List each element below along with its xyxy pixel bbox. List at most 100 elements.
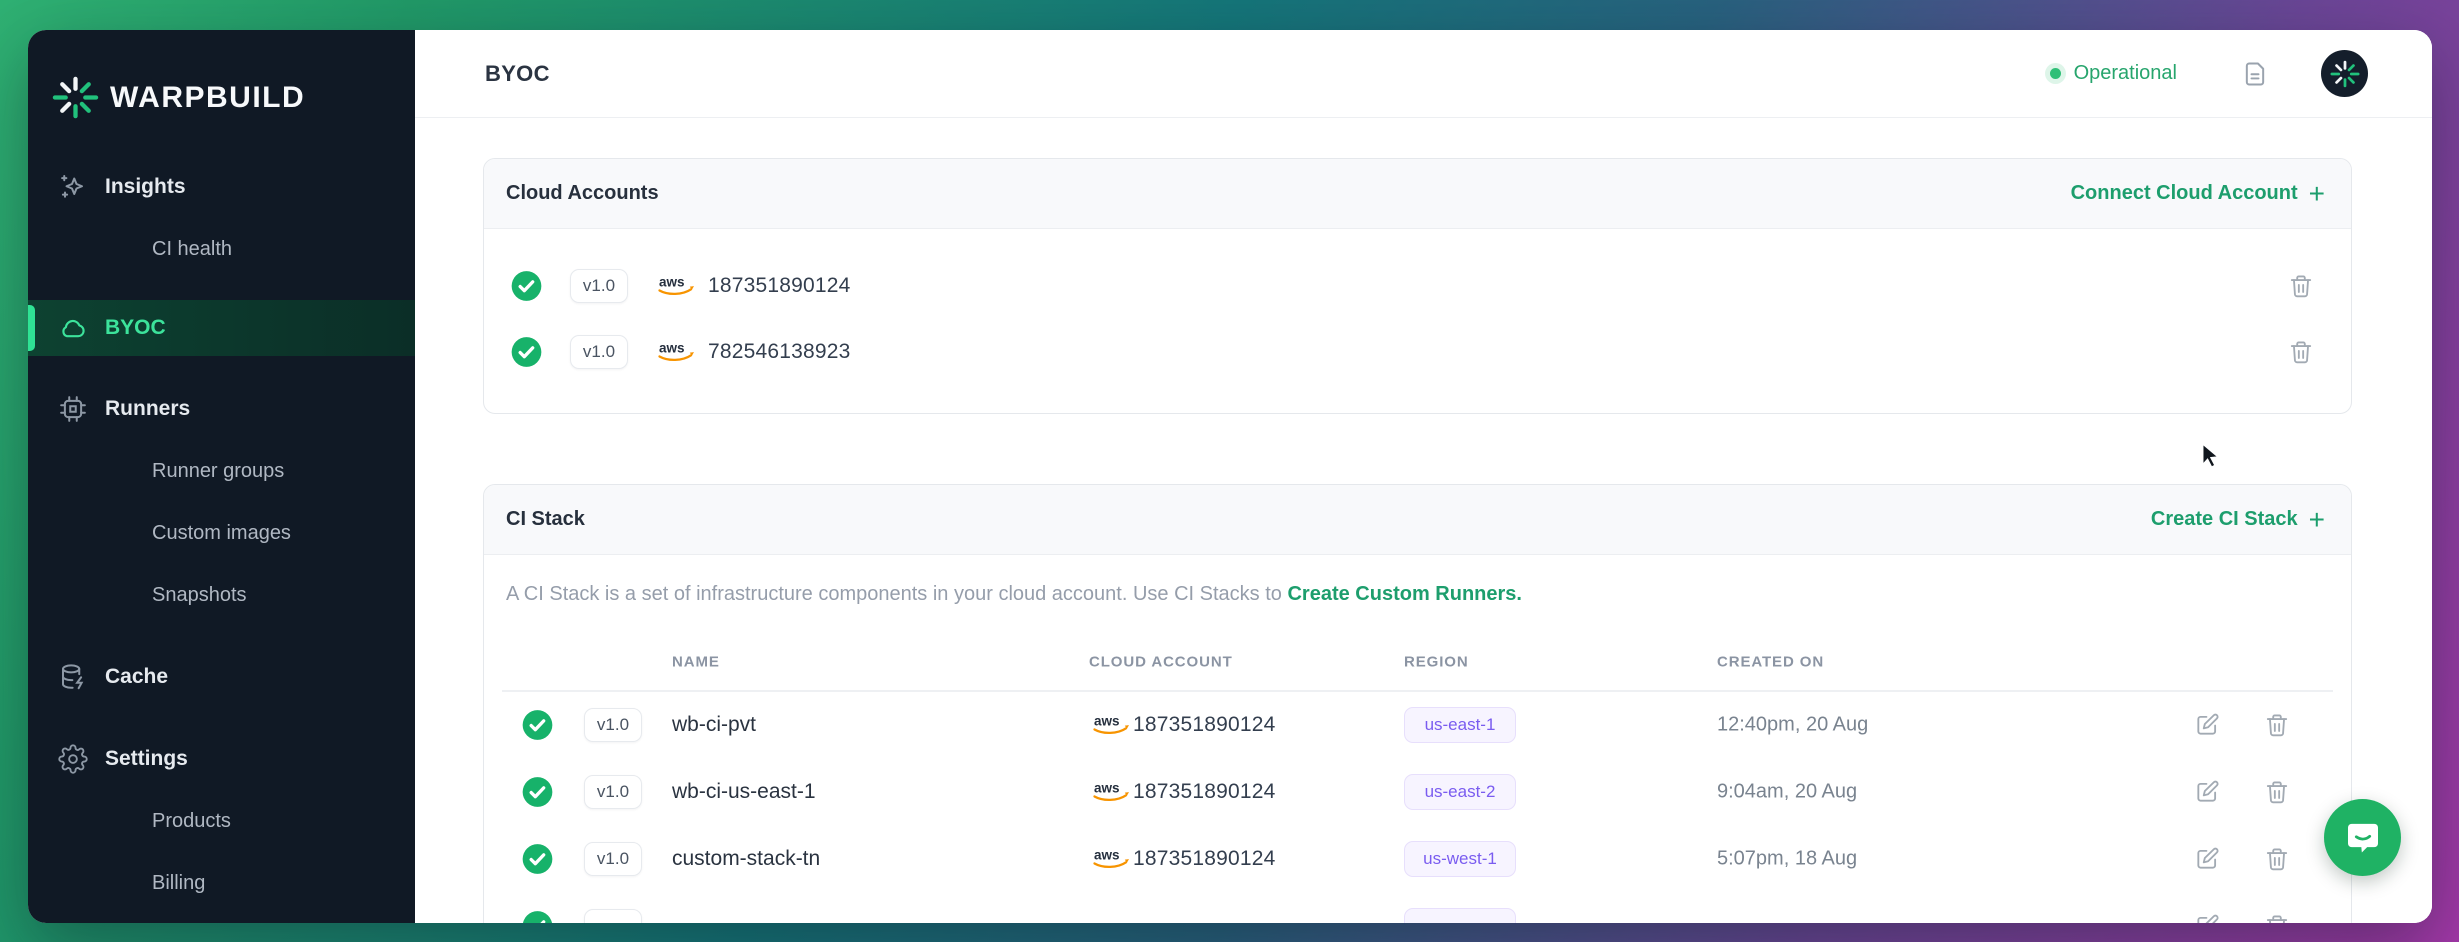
- edit-button[interactable]: [2194, 846, 2220, 872]
- sidebar-item-settings[interactable]: Settings: [28, 728, 415, 790]
- delete-button[interactable]: [2264, 712, 2290, 738]
- sidebar-item-label: Billing: [152, 872, 205, 895]
- region-badge: [1404, 908, 1516, 924]
- column-header-region: REGION: [1404, 654, 1469, 671]
- sidebar-item-insights[interactable]: Insights: [28, 156, 415, 218]
- cloud-accounts-title: Cloud Accounts: [506, 182, 659, 205]
- sidebar-nav: Insights CI health BYOC Runners Runner g…: [28, 156, 415, 914]
- ci-stack-row: v1.0 wb-ci-us-east-1 aws 187351890124 us…: [484, 758, 2351, 825]
- created-on: 9:04am, 20 Aug: [1717, 780, 1857, 803]
- sidebar-item-ci-health[interactable]: CI health: [28, 218, 415, 280]
- delete-button[interactable]: [2264, 846, 2290, 872]
- chip-icon: [58, 394, 88, 424]
- ci-stack-header: CI Stack Create CI Stack +: [484, 485, 2351, 555]
- app-logo[interactable]: WARPBUILD: [52, 74, 305, 121]
- account-id: 782546138923: [708, 340, 851, 364]
- delete-button[interactable]: [2288, 273, 2314, 299]
- version-badge: [584, 909, 642, 924]
- ci-stack-description: A CI Stack is a set of infrastructure co…: [506, 583, 1522, 606]
- version-badge: v1.0: [584, 775, 642, 809]
- active-indicator: [28, 305, 35, 351]
- account-id: 187351890124: [708, 274, 851, 298]
- delete-button[interactable]: [2264, 913, 2290, 924]
- sidebar-item-label: Settings: [105, 747, 188, 771]
- cloud-account-row: v1.0 aws 187351890124: [484, 253, 2351, 319]
- sidebar-item-label: Products: [152, 810, 231, 833]
- created-on: 5:07pm, 18 Aug: [1717, 847, 1857, 870]
- status-check-icon: [521, 708, 554, 741]
- sidebar-item-runners[interactable]: Runners: [28, 378, 415, 440]
- create-ci-stack-button[interactable]: Create CI Stack +: [2151, 508, 2325, 531]
- sidebar-item-label: CI health: [152, 238, 232, 261]
- plus-icon: +: [2309, 184, 2325, 204]
- chat-bubble-icon: [2343, 818, 2383, 858]
- sidebar-item-snapshots[interactable]: Snapshots: [28, 564, 415, 626]
- created-on: 12:40pm, 20 Aug: [1717, 713, 1868, 736]
- status-label: Operational: [2074, 62, 2177, 85]
- aws-logo-icon: aws: [1089, 845, 1133, 872]
- connect-cloud-account-label: Connect Cloud Account: [2071, 182, 2298, 205]
- plus-icon: +: [2309, 510, 2325, 530]
- intercom-chat-button[interactable]: [2324, 799, 2401, 876]
- sidebar-item-runner-groups[interactable]: Runner groups: [28, 440, 415, 502]
- connect-cloud-account-button[interactable]: Connect Cloud Account +: [2071, 182, 2325, 205]
- edit-button[interactable]: [2194, 913, 2220, 924]
- content-area: Cloud Accounts Connect Cloud Account + v…: [415, 118, 2432, 923]
- cloud-accounts-header: Cloud Accounts Connect Cloud Account +: [484, 159, 2351, 229]
- edit-button[interactable]: [2194, 712, 2220, 738]
- edit-button[interactable]: [2194, 779, 2220, 805]
- status-check-icon: [510, 270, 543, 303]
- sidebar-item-custom-images[interactable]: Custom images: [28, 502, 415, 564]
- aws-logo-icon: aws: [1089, 711, 1133, 738]
- sidebar-item-label: Cache: [105, 665, 168, 689]
- stack-name: custom-stack-tn: [672, 847, 820, 871]
- svg-text:aws: aws: [1094, 713, 1120, 728]
- desktop-background: WARPBUILD Insights CI health BYOC Runner…: [0, 0, 2459, 942]
- create-custom-runners-link[interactable]: Create Custom Runners.: [1287, 583, 1522, 605]
- warpbuild-starburst-icon: [52, 74, 99, 121]
- user-avatar[interactable]: [2321, 50, 2368, 97]
- sidebar-item-label: Insights: [105, 175, 186, 199]
- version-badge: v1.0: [584, 708, 642, 742]
- status-indicator[interactable]: Operational: [2050, 62, 2177, 85]
- description-text: A CI Stack is a set of infrastructure co…: [506, 583, 1287, 605]
- delete-button[interactable]: [2264, 779, 2290, 805]
- status-check-icon: [510, 336, 543, 369]
- ci-stack-row: v1.0 custom-stack-tn aws 187351890124 us…: [484, 825, 2351, 892]
- status-check-icon: [521, 909, 554, 923]
- ci-stack-table-rows: v1.0 wb-ci-pvt aws 187351890124 us-east-…: [484, 691, 2351, 923]
- stack-name: wb-ci-pvt: [672, 713, 756, 737]
- region-badge: us-west-1: [1404, 841, 1516, 877]
- topbar: BYOC Operational: [415, 30, 2432, 118]
- document-icon[interactable]: [2241, 60, 2269, 88]
- ci-stack-title: CI Stack: [506, 508, 585, 531]
- cloud-account-id: 187351890124: [1133, 713, 1276, 737]
- create-ci-stack-label: Create CI Stack: [2151, 508, 2298, 531]
- sidebar-item-cache[interactable]: Cache: [28, 646, 415, 708]
- topbar-right: Operational: [2050, 50, 2368, 97]
- sidebar: WARPBUILD Insights CI health BYOC Runner…: [28, 30, 415, 923]
- sidebar-item-label: BYOC: [105, 316, 166, 340]
- sidebar-item-label: Snapshots: [152, 584, 247, 607]
- delete-button[interactable]: [2288, 339, 2314, 365]
- cloud-account-id: 187351890124: [1133, 780, 1276, 804]
- aws-logo-icon: aws: [1089, 778, 1133, 805]
- column-header-cloud-account: CLOUD ACCOUNT: [1089, 654, 1233, 671]
- status-check-icon: [521, 842, 554, 875]
- sidebar-item-products[interactable]: Products: [28, 790, 415, 852]
- status-check-icon: [521, 775, 554, 808]
- sidebar-item-byoc[interactable]: BYOC: [28, 300, 415, 356]
- app-window: WARPBUILD Insights CI health BYOC Runner…: [28, 30, 2432, 923]
- svg-text:aws: aws: [1094, 847, 1120, 862]
- sidebar-item-billing[interactable]: Billing: [28, 852, 415, 914]
- sidebar-item-label: Runners: [105, 397, 190, 421]
- ci-stack-row: v1.0 wb-ci-pvt aws 187351890124 us-east-…: [484, 691, 2351, 758]
- app-logo-text: WARPBUILD: [110, 81, 305, 115]
- cache-database-icon: [58, 662, 88, 692]
- sparkles-icon: [58, 172, 88, 202]
- status-dot-icon: [2050, 68, 2061, 79]
- region-badge: us-east-2: [1404, 774, 1516, 810]
- svg-text:aws: aws: [659, 341, 685, 356]
- svg-text:aws: aws: [659, 275, 685, 290]
- sidebar-item-label: Runner groups: [152, 460, 284, 483]
